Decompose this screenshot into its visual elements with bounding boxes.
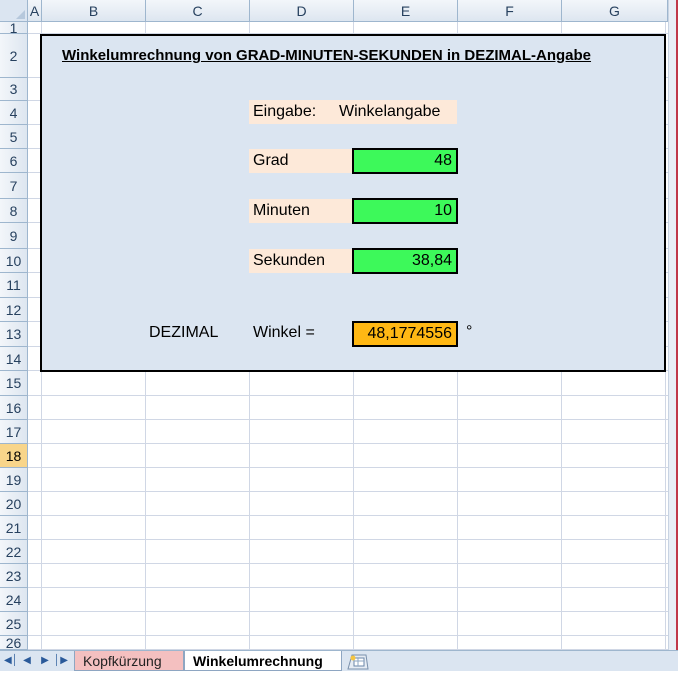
column-header-c[interactable]: C (146, 0, 250, 22)
row-header-12[interactable]: 12 (0, 298, 28, 322)
gridline (28, 635, 668, 636)
gridline (28, 539, 668, 540)
row-header-20[interactable]: 20 (0, 492, 28, 516)
row-header-8[interactable]: 8 (0, 199, 28, 223)
eingabe-value: Winkelangabe (339, 103, 441, 120)
gridline (28, 491, 668, 492)
column-header-d[interactable]: D (250, 0, 354, 22)
dezimal-label: DEZIMAL (149, 324, 219, 341)
row-header-18[interactable]: 18 (0, 444, 28, 468)
next-sheet-icon[interactable]: ▶ (38, 654, 52, 668)
tab-kopfkuerzung[interactable]: Kopfkürzung (74, 651, 184, 671)
row-header-2[interactable]: 2 (0, 34, 28, 78)
eingabe-row: Eingabe: Winkelangabe (249, 100, 457, 124)
spreadsheet-window: A B C D E F G 1 2 3 4 5 6 7 8 9 10 11 12 13 14 15 16 17 1… (0, 0, 678, 671)
row-header-1[interactable]: 1 (0, 21, 28, 35)
row-header-10[interactable]: 10 (0, 249, 28, 273)
prev-sheet-icon[interactable]: ◀ (20, 654, 34, 668)
sekunden-label: Sekunden (249, 249, 353, 273)
gridline (28, 467, 668, 468)
row-header-21[interactable]: 21 (0, 516, 28, 540)
row-header-25[interactable]: 25 (0, 612, 28, 636)
column-header-e[interactable]: E (354, 0, 458, 22)
row-header-24[interactable]: 24 (0, 588, 28, 612)
row-header-14[interactable]: 14 (0, 347, 28, 371)
sheet-tab-bar: ◀│ ◀ ▶ │▶ Kopfkürzung Winkelumrechnung (0, 650, 678, 671)
column-header-a[interactable]: A (28, 0, 42, 22)
gridline (28, 419, 668, 420)
row-header-11[interactable]: 11 (0, 273, 28, 298)
row-header-17[interactable]: 17 (0, 420, 28, 444)
row-header-23[interactable]: 23 (0, 564, 28, 588)
insert-sheet-icon[interactable] (346, 652, 370, 670)
winkel-label: Winkel = (253, 324, 315, 341)
row-header-13[interactable]: 13 (0, 322, 28, 347)
minuten-input[interactable]: 10 (352, 198, 458, 224)
row-header-22[interactable]: 22 (0, 540, 28, 564)
eingabe-label: Eingabe: (253, 103, 317, 120)
column-header-b[interactable]: B (42, 0, 146, 22)
grad-label: Grad (249, 149, 353, 173)
grad-input[interactable]: 48 (352, 148, 458, 174)
minuten-label: Minuten (249, 199, 353, 223)
gridline (28, 587, 668, 588)
row-header-5[interactable]: 5 (0, 125, 28, 149)
gridline (28, 395, 668, 396)
tab-winkelumrechnung[interactable]: Winkelumrechnung (184, 651, 342, 671)
last-sheet-icon[interactable]: │▶ (54, 654, 68, 668)
row-header-6[interactable]: 6 (0, 149, 28, 173)
gridline (28, 611, 668, 612)
first-sheet-icon[interactable]: ◀│ (4, 654, 18, 668)
row-header-3[interactable]: 3 (0, 78, 28, 101)
result-cell[interactable]: 48,1774556 (352, 321, 458, 347)
gridline (28, 443, 668, 444)
row-header-26[interactable]: 26 (0, 636, 28, 650)
select-all-button[interactable] (0, 0, 28, 22)
degree-symbol: ° (466, 323, 473, 340)
column-header-f[interactable]: F (458, 0, 562, 22)
gridline (28, 563, 668, 564)
row-header-16[interactable]: 16 (0, 396, 28, 420)
page-title: Winkelumrechnung von GRAD-MINUTEN-SEKUND… (62, 47, 592, 64)
row-header-9[interactable]: 9 (0, 223, 28, 249)
row-header-15[interactable]: 15 (0, 371, 28, 396)
sekunden-input[interactable]: 38,84 (352, 248, 458, 274)
gridline (28, 515, 668, 516)
row-header-4[interactable]: 4 (0, 101, 28, 125)
column-header-g[interactable]: G (562, 0, 668, 22)
row-header-19[interactable]: 19 (0, 468, 28, 492)
row-header-7[interactable]: 7 (0, 173, 28, 199)
